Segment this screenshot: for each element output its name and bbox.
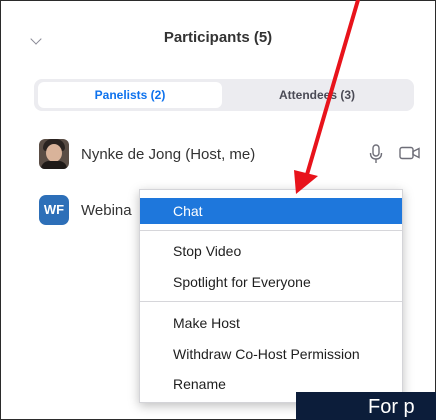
annotation-arrow-icon xyxy=(294,0,360,194)
